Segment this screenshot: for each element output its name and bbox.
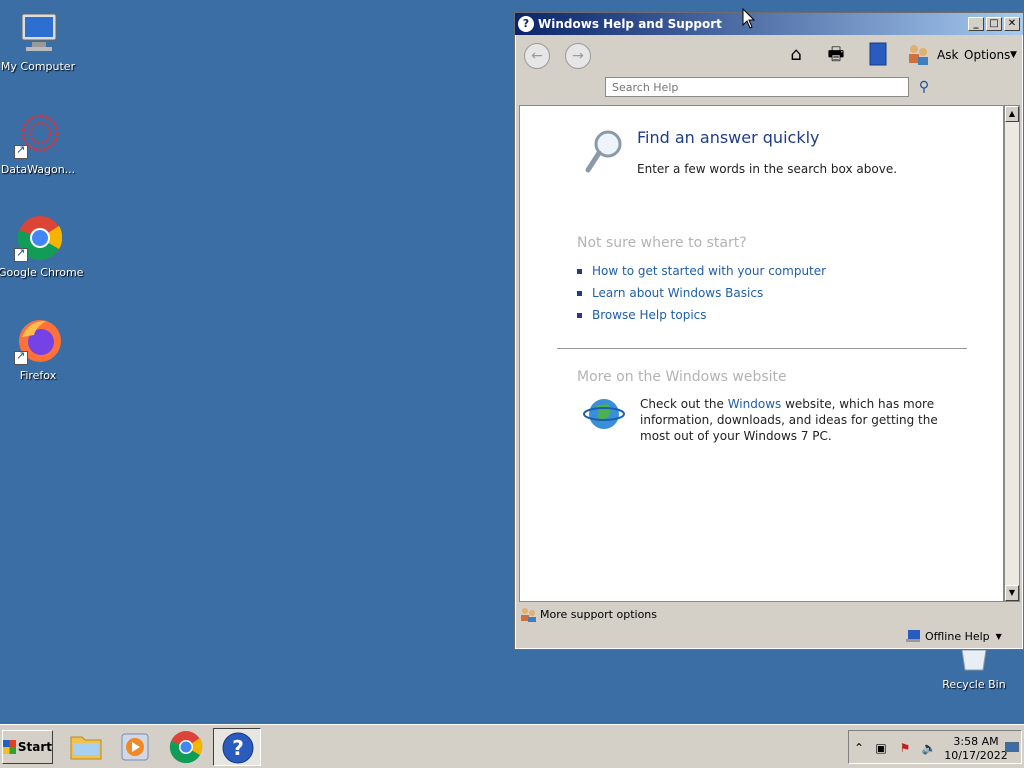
minimize-button[interactable]: _ bbox=[968, 17, 984, 31]
scroll-up-arrow-icon[interactable]: ▲ bbox=[1005, 106, 1019, 122]
ask-button[interactable]: Ask bbox=[937, 48, 958, 62]
options-dropdown-icon[interactable]: ▼ bbox=[1010, 50, 1017, 60]
desktop-icon-label: Google Chrome bbox=[0, 266, 84, 279]
home-icon[interactable]: ⌂ bbox=[783, 42, 809, 68]
list-item: Browse Help topics bbox=[577, 308, 707, 322]
find-answer-subtext: Enter a few words in the search box abov… bbox=[637, 162, 898, 176]
shortcut-arrow-icon bbox=[14, 246, 28, 262]
shortcut-arrow-icon bbox=[14, 143, 28, 159]
taskbar: Start ? ⌃ ▣ ⚑ 🔈 3:58 AM 10/17/2022 bbox=[0, 724, 1024, 768]
help-taskbar-icon: ? bbox=[222, 732, 254, 764]
maximize-button[interactable]: □ bbox=[986, 17, 1002, 31]
globe-icon bbox=[583, 399, 625, 429]
close-button[interactable]: ✕ bbox=[1004, 17, 1020, 31]
divider bbox=[557, 348, 967, 349]
vertical-scrollbar[interactable]: ▲ ▼ bbox=[1004, 105, 1020, 602]
help-icon: ? bbox=[518, 16, 534, 32]
network-icon[interactable]: ▣ bbox=[873, 740, 889, 756]
forward-button[interactable]: → bbox=[565, 43, 591, 69]
file-explorer-taskbar-icon[interactable] bbox=[68, 729, 104, 765]
link-browse-help-topics[interactable]: Browse Help topics bbox=[592, 308, 707, 322]
desktop-icon-label: Recycle Bin bbox=[942, 678, 1006, 691]
link-windows-website[interactable]: Windows bbox=[728, 397, 782, 411]
find-answer-heading: Find an answer quickly bbox=[637, 128, 820, 147]
show-desktop-icon[interactable] bbox=[1004, 740, 1020, 756]
toolbar: ← → ⌂ 🖶 Ask Options ▼ bbox=[515, 35, 1023, 73]
mouse-cursor-icon bbox=[742, 8, 756, 29]
scroll-down-arrow-icon[interactable]: ▼ bbox=[1005, 585, 1019, 601]
start-label: Start bbox=[17, 740, 52, 754]
clock-time: 3:58 AM bbox=[953, 735, 999, 748]
desktop-icon-firefox[interactable]: Firefox bbox=[0, 317, 78, 382]
list-item: How to get started with your computer bbox=[577, 264, 826, 278]
support-options-label: More support options bbox=[540, 607, 658, 621]
help-content-pane: Find an answer quickly Enter a few words… bbox=[519, 105, 1004, 602]
shortcut-arrow-icon bbox=[14, 349, 28, 365]
system-tray: ⌃ ▣ ⚑ 🔈 3:58 AM 10/17/2022 bbox=[848, 730, 1022, 764]
list-item: Learn about Windows Basics bbox=[577, 286, 763, 300]
volume-icon[interactable]: 🔈 bbox=[921, 740, 937, 756]
search-icon[interactable]: ⚲ bbox=[915, 78, 933, 96]
bullet bbox=[577, 268, 582, 274]
bullet bbox=[577, 290, 582, 296]
clock[interactable]: 3:58 AM 10/17/2022 bbox=[943, 735, 1009, 763]
search-row: ⚲ bbox=[515, 73, 1023, 105]
back-button[interactable]: ← bbox=[524, 43, 550, 69]
link-windows-basics[interactable]: Learn about Windows Basics bbox=[592, 286, 763, 300]
firefox-icon bbox=[14, 317, 62, 365]
desktop-icon-datawagon[interactable]: DataWagon... bbox=[0, 111, 78, 176]
web-text-before: Check out the bbox=[640, 397, 728, 411]
action-center-icon[interactable]: ⚑ bbox=[897, 740, 913, 756]
options-button[interactable]: Options bbox=[964, 48, 1010, 62]
desktop-icon-label: My Computer bbox=[0, 60, 76, 73]
bullet bbox=[577, 312, 582, 318]
window-titlebar[interactable]: ? Windows Help and Support _ □ ✕ bbox=[515, 13, 1023, 35]
chrome-taskbar-icon[interactable] bbox=[168, 729, 204, 765]
windows-flag-icon bbox=[3, 740, 16, 754]
desktop-icon-my-computer[interactable]: My Computer bbox=[0, 8, 78, 73]
link-get-started[interactable]: How to get started with your computer bbox=[592, 264, 826, 278]
help-taskbar-button[interactable]: ? bbox=[213, 728, 261, 766]
desktop-icon-label: DataWagon... bbox=[0, 163, 76, 176]
media-player-taskbar-icon[interactable] bbox=[117, 729, 153, 765]
computer-icon bbox=[14, 8, 62, 56]
magnifier-icon bbox=[585, 130, 622, 173]
support-people-icon bbox=[521, 608, 536, 622]
chevron-down-icon: ▼ bbox=[995, 631, 1002, 641]
search-input[interactable] bbox=[605, 77, 909, 97]
more-on-windows-heading: More on the Windows website bbox=[577, 369, 787, 385]
ask-icon[interactable] bbox=[905, 42, 931, 68]
help-and-support-window: ? Windows Help and Support _ □ ✕ ← → ⌂ 🖶… bbox=[514, 12, 1024, 650]
start-button[interactable]: Start bbox=[2, 730, 53, 764]
browse-help-icon[interactable] bbox=[865, 42, 891, 68]
offline-help-dropdown[interactable]: Offline Help ▼ bbox=[905, 627, 1002, 645]
clock-date: 10/17/2022 bbox=[944, 749, 1008, 762]
print-icon[interactable]: 🖶 bbox=[823, 42, 849, 68]
svg-text:?: ? bbox=[232, 736, 244, 760]
offline-help-label: Offline Help bbox=[925, 629, 990, 643]
desktop-icon-label: Firefox bbox=[19, 369, 57, 382]
chrome-icon bbox=[14, 214, 63, 262]
support-options[interactable]: More support options bbox=[519, 604, 657, 624]
desktop-icon-google-chrome[interactable]: Google Chrome bbox=[0, 214, 84, 279]
datawagon-icon bbox=[14, 111, 62, 159]
show-hidden-icons-icon[interactable]: ⌃ bbox=[851, 740, 867, 756]
windows-website-text: Check out the Windows website, which has… bbox=[640, 396, 970, 444]
offline-help-icon bbox=[906, 630, 920, 642]
not-sure-heading: Not sure where to start? bbox=[577, 235, 747, 251]
